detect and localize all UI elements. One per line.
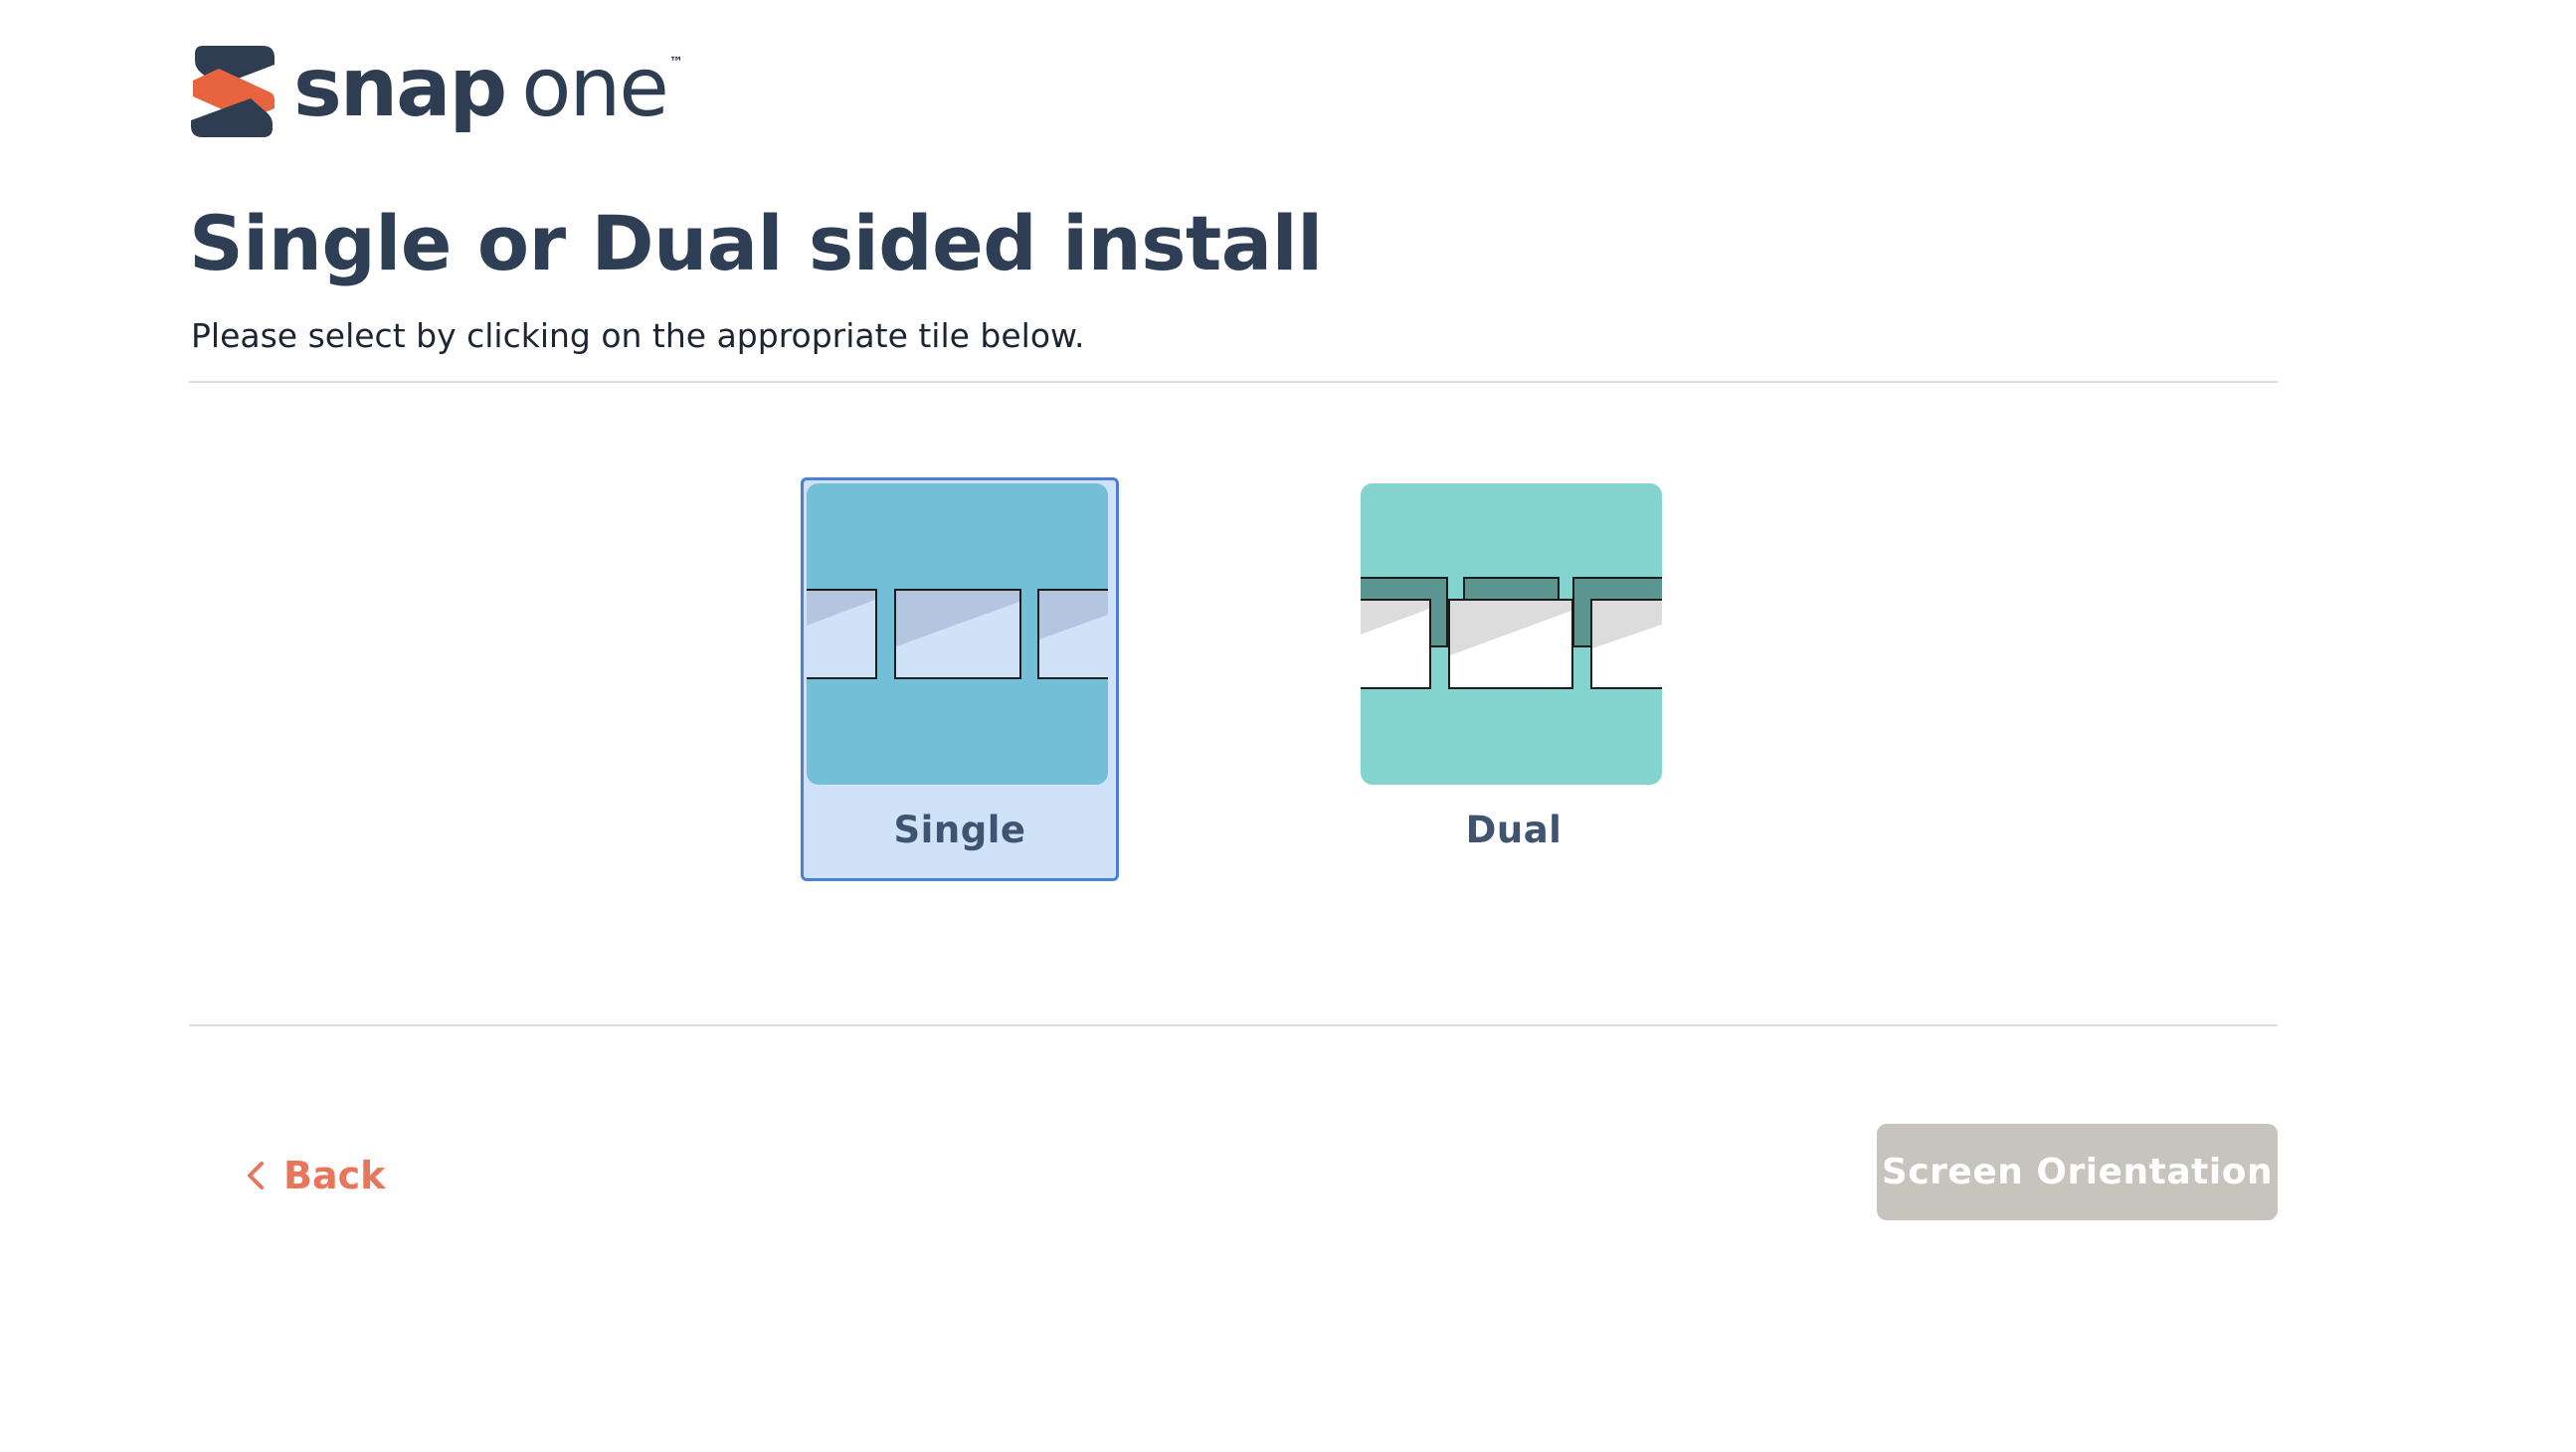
- trademark-symbol: ™: [668, 55, 683, 71]
- snap-one-logo: snap one ™: [189, 42, 683, 141]
- top-divider: [189, 381, 2278, 383]
- option-tile-single[interactable]: Single: [801, 477, 1119, 881]
- bottom-divider: [189, 1024, 2278, 1026]
- snap-one-logo-mark-icon: [191, 46, 275, 137]
- option-label-single: Single: [893, 809, 1026, 851]
- dual-sided-wall-icon: [1361, 483, 1662, 785]
- page-subtitle: Please select by clicking on the appropr…: [191, 316, 1085, 355]
- page-title: Single or Dual sided install: [189, 199, 1323, 287]
- snap-one-wordmark: snap one ™: [293, 48, 683, 129]
- back-button-label: Back: [283, 1154, 386, 1197]
- back-button[interactable]: Back: [244, 1154, 385, 1197]
- brand-name-bold: snap: [293, 41, 507, 135]
- brand-name-light: one: [521, 41, 669, 135]
- single-sided-wall-icon: [807, 483, 1108, 785]
- option-label-dual: Dual: [1465, 809, 1563, 851]
- chevron-left-icon: [248, 1162, 264, 1189]
- screen-orientation-button[interactable]: Screen Orientation: [1877, 1124, 2278, 1220]
- option-tile-dual[interactable]: Dual: [1355, 477, 1673, 881]
